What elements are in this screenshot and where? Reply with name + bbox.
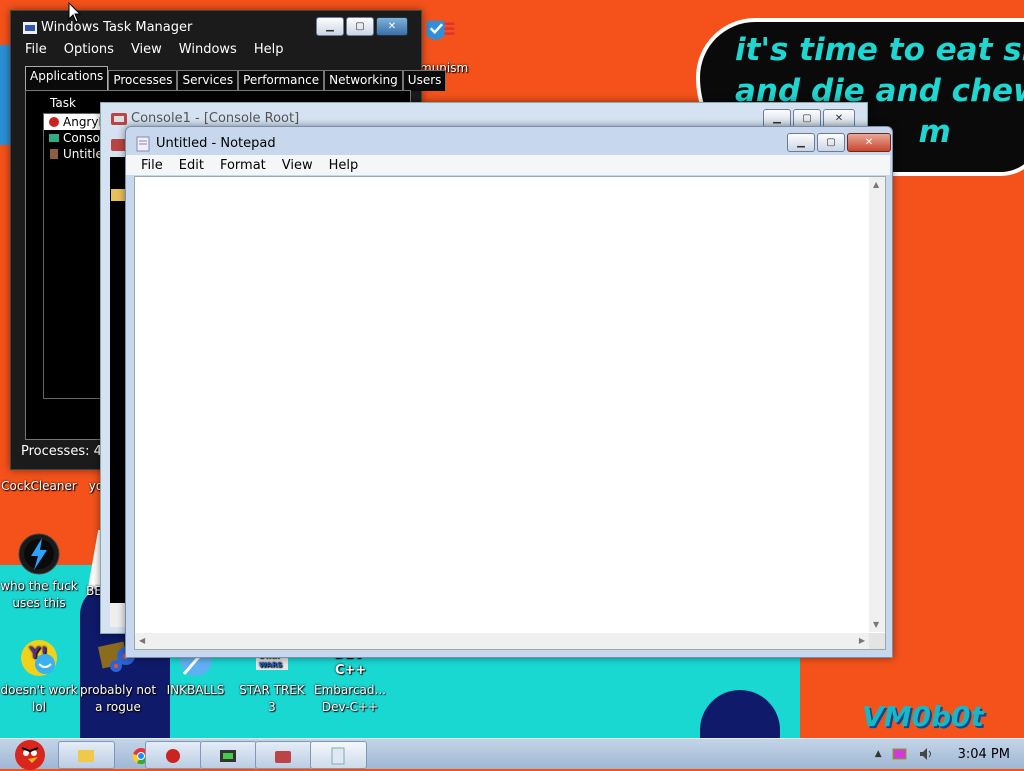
vertical-scrollbar[interactable]: ▲ ▼ [869,177,885,632]
tab-processes[interactable]: Processes [108,70,178,91]
tab-performance[interactable]: Performance [238,70,325,91]
task-manager-icon [220,750,236,762]
start-button-angry-bird-icon[interactable] [4,733,52,771]
menu-help[interactable]: Help [329,158,359,173]
desktop-icon-label: probably not a rogue [79,683,157,714]
desktop-icon-label: doesn't work lol [0,683,78,714]
window-title: Console1 - [Console Root] [131,111,300,126]
desktop-icon-label: who the fuck uses this [0,579,78,610]
console-icon [275,751,291,763]
desktop-icon-label: CockCleaner [1,479,77,493]
notepad-icon [136,136,150,152]
menu-view[interactable]: View [282,158,313,173]
maximize-button[interactable]: ▢ [817,133,845,152]
scroll-left-arrow-icon[interactable]: ◀ [139,636,145,645]
notepad-icon [50,149,58,159]
clock[interactable]: 3:04 PM [958,747,1010,762]
notepad-window[interactable]: Untitled - Notepad ▁ ▢ ✕ File Edit Forma… [125,126,893,658]
taskbar: ▲ 3:04 PM [0,738,1024,770]
yahoo-messenger-icon: Y! [21,640,57,676]
angry-bird-icon [49,117,59,127]
notepad-icon [331,747,345,765]
horizontal-scrollbar[interactable]: ◀ ▶ [135,633,869,649]
ime-icon[interactable] [892,747,908,761]
task-manager-icon [23,22,37,34]
system-tray: ▲ 3:04 PM [875,739,1024,769]
tab-services[interactable]: Services [177,70,239,91]
close-button[interactable]: ✕ [376,17,408,36]
minimize-button[interactable]: ▁ [316,17,344,36]
tab-users[interactable]: Users [402,70,447,91]
tab-bar: Applications Processes Services Performa… [25,66,447,91]
taskbar-task-manager[interactable] [200,741,257,769]
window-controls: ▁ ▢ ✕ [316,17,408,36]
desktop-icon-label: INKBALLS [166,683,225,697]
show-hidden-icons-icon[interactable]: ▲ [875,749,882,759]
scroll-down-arrow-icon[interactable]: ▼ [873,620,879,629]
mouse-cursor-icon [68,2,82,23]
console-icon [49,134,59,142]
text-editor-area: ▲ ▼ ◀ ▶ [134,176,886,650]
shield-icon [426,20,455,40]
menu-file[interactable]: File [25,42,47,57]
minimize-button[interactable]: ▁ [787,133,815,152]
tab-networking[interactable]: Networking [324,70,403,91]
menu-options[interactable]: Options [64,42,114,57]
close-button[interactable]: ✕ [847,133,891,152]
menu-view[interactable]: View [131,42,162,57]
desktop-icon-who-uses-this[interactable]: who the fuck uses this [0,532,78,612]
window-controls: ▁ ▢ ✕ [787,133,891,152]
menu-help[interactable]: Help [254,42,284,57]
menu-format[interactable]: Format [220,158,266,173]
desktop-icon-label: Embarcad... Dev-C++ [314,683,386,714]
menu-windows[interactable]: Windows [179,42,237,57]
status-processes: Processes: 49 [21,444,111,459]
menu-bar: File Options View Windows Help [25,42,283,57]
taskbar-console[interactable] [255,741,312,769]
tab-applications[interactable]: Applications [25,66,109,91]
svg-text:WARS: WARS [259,661,282,669]
desktop-icon-cockcleaner[interactable]: CockCleaner [0,478,78,495]
scroll-up-arrow-icon[interactable]: ▲ [873,180,879,189]
angry-bird-icon [166,749,180,763]
folder-icon [78,750,94,762]
wallpaper-signature: VM0b0t [862,700,984,733]
menu-file[interactable]: File [141,158,163,173]
window-title: Windows Task Manager [41,20,193,35]
console-icon [111,113,127,125]
maximize-button[interactable]: ▢ [346,17,374,36]
taskbar-angrybirds[interactable] [145,741,202,769]
volume-icon[interactable] [918,747,934,761]
taskbar-notepad[interactable] [310,741,367,769]
taskbar-explorer[interactable] [58,741,115,769]
scroll-right-arrow-icon[interactable]: ▶ [859,636,865,645]
lightning-icon [18,533,60,575]
menu-edit[interactable]: Edit [179,158,204,173]
window-title: Untitled - Notepad [156,136,276,151]
desktop-icon-doesnt-work[interactable]: Y! doesn't work lol [0,636,78,716]
notepad-textarea[interactable] [135,177,869,633]
menu-bar: File Edit Format View Help [126,155,890,175]
svg-text:C++: C++ [335,663,366,678]
scrollbar-corner [869,633,885,649]
desktop-icon-label: STAR TREK 3 [239,683,305,714]
